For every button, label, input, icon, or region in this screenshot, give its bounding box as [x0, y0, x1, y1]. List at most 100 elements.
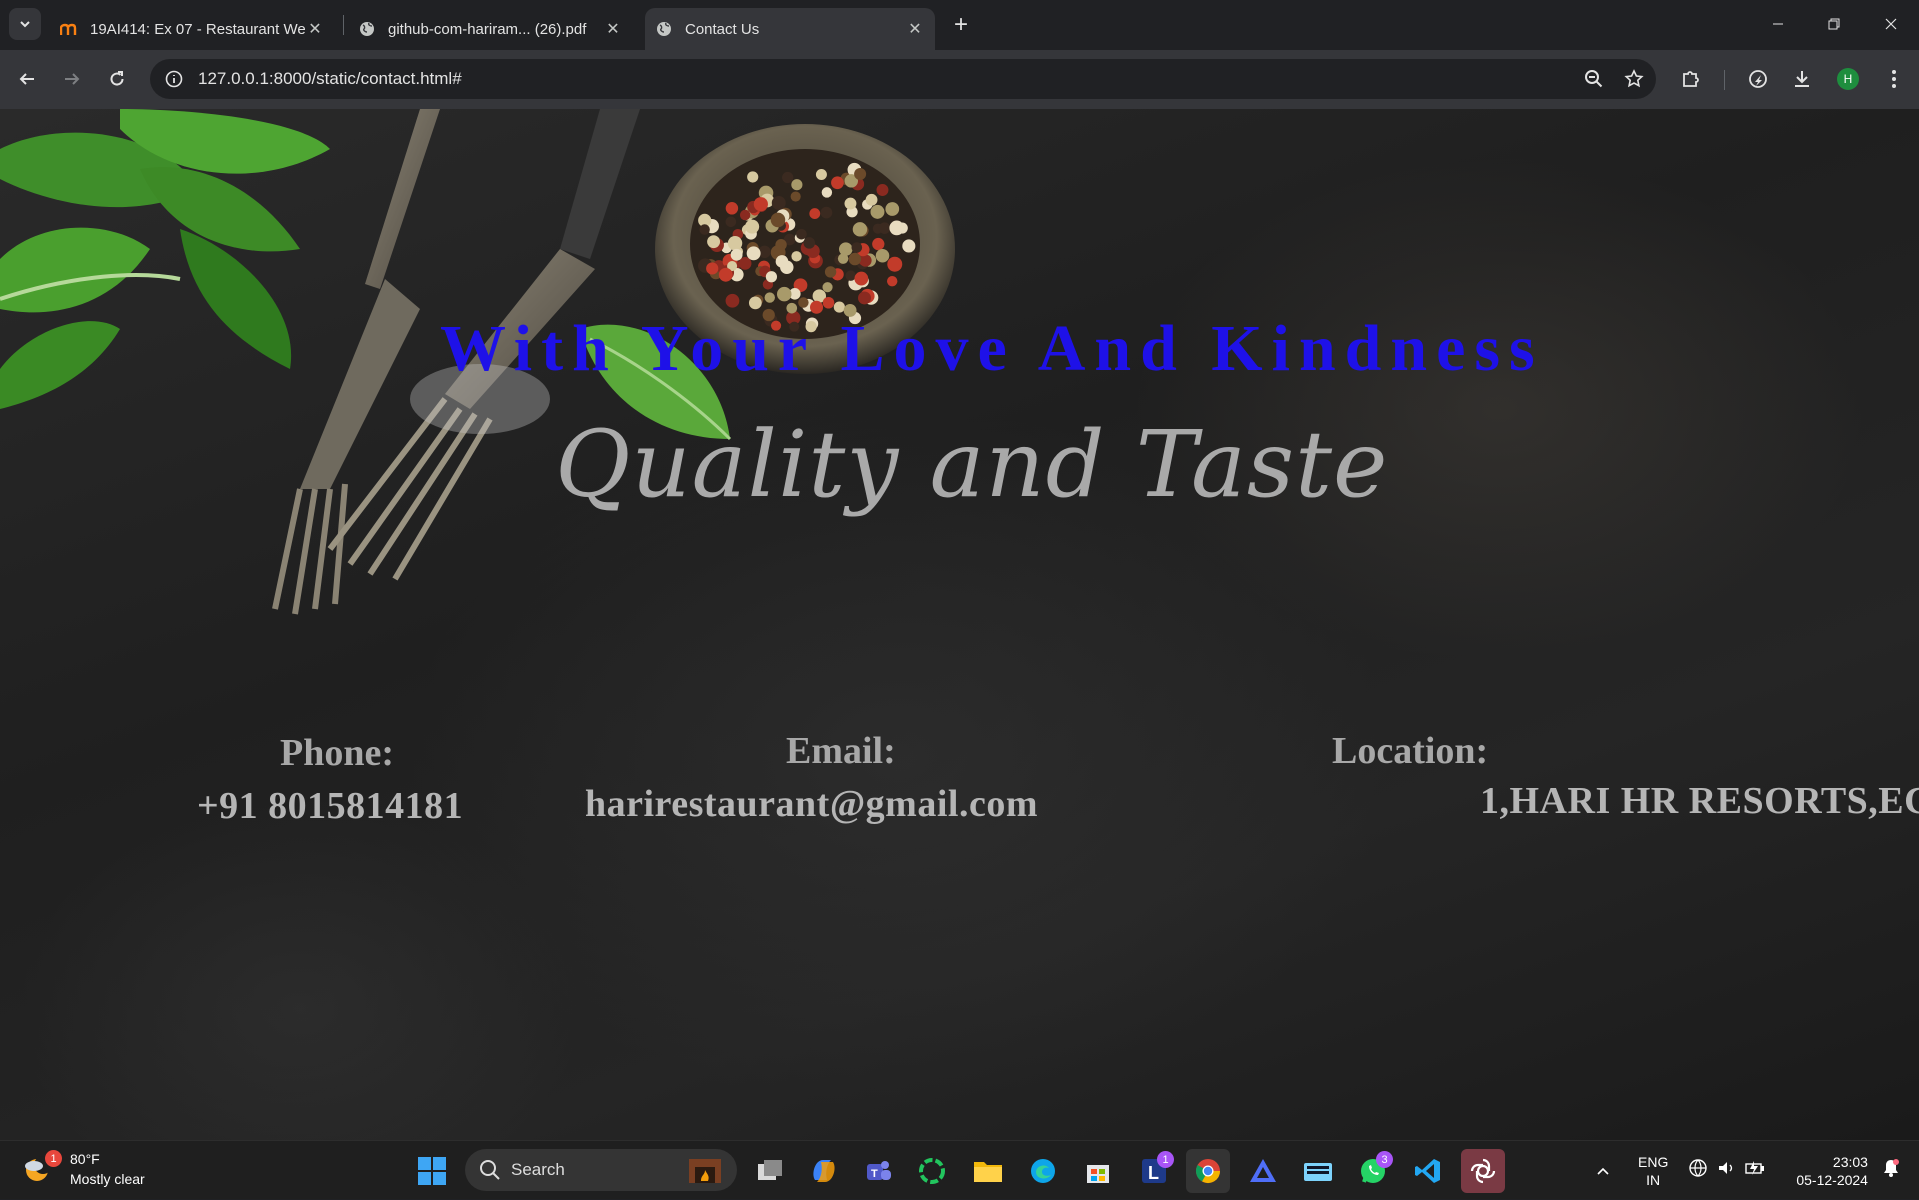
tab-contact-us[interactable]: Contact Us ✕ — [645, 8, 935, 50]
edge-icon — [1031, 1159, 1055, 1183]
peppercorn — [848, 252, 862, 266]
minimize-icon — [1773, 23, 1783, 25]
copilot-button[interactable] — [802, 1149, 846, 1193]
minimize-button[interactable] — [1758, 10, 1798, 38]
download-icon — [1795, 71, 1809, 87]
close-icon[interactable]: ✕ — [603, 19, 623, 39]
bookmark-star-icon[interactable] — [1616, 61, 1652, 97]
address-bar[interactable]: 127.0.0.1:8000/static/contact.html# — [150, 59, 1656, 99]
peppercorn — [815, 168, 827, 181]
new-tab-button[interactable]: + — [946, 10, 976, 40]
teams-button[interactable]: T — [856, 1149, 900, 1193]
peppercorn — [822, 282, 833, 293]
peppercorn — [730, 248, 743, 261]
restore-button[interactable] — [1814, 10, 1854, 38]
vscode-button[interactable] — [1406, 1149, 1450, 1193]
email-label: Email: — [786, 730, 896, 772]
globe-network-icon[interactable] — [1688, 1158, 1708, 1183]
url-text[interactable]: 127.0.0.1:8000/static/contact.html# — [198, 69, 1576, 89]
clock[interactable]: 23:03 05-12-2024 — [1796, 1153, 1868, 1189]
chatgpt-button[interactable] — [1461, 1149, 1505, 1193]
downloads-button[interactable] — [1786, 63, 1818, 95]
language-indicator[interactable]: ENG IN — [1638, 1153, 1668, 1189]
tab-moodle[interactable]: 19AI414: Ex 07 - Restaurant We ✕ — [50, 8, 335, 50]
peppercorn — [820, 206, 833, 219]
app-l-button[interactable]: L 1 — [1132, 1149, 1176, 1193]
performance-button[interactable] — [1742, 63, 1774, 95]
task-view-icon — [758, 1160, 782, 1180]
peppercorn — [858, 291, 871, 305]
close-window-button[interactable] — [1871, 10, 1911, 38]
peppercorn — [875, 248, 890, 263]
close-icon[interactable]: ✕ — [905, 19, 925, 39]
peppercorn — [727, 236, 743, 251]
back-button[interactable] — [11, 63, 43, 95]
peppercorn — [887, 256, 903, 272]
triangle-app-icon — [1250, 1159, 1276, 1182]
profile-button[interactable]: H — [1832, 63, 1864, 95]
menu-button[interactable] — [1878, 63, 1910, 95]
store-button[interactable] — [1076, 1149, 1120, 1193]
file-explorer-button[interactable] — [966, 1149, 1010, 1193]
browser-toolbar: 127.0.0.1:8000/static/contact.html# H — [0, 50, 1919, 109]
peppercorn — [782, 171, 794, 184]
close-icon[interactable]: ✕ — [305, 19, 325, 39]
peppercorn — [896, 222, 908, 234]
tab-strip: 19AI414: Ex 07 - Restaurant We ✕ github-… — [0, 0, 1919, 50]
peppercorn — [798, 297, 809, 308]
tab-separator — [343, 15, 344, 35]
clock-date: 05-12-2024 — [1796, 1171, 1868, 1188]
peppercorn — [902, 239, 916, 253]
tab-pdf[interactable]: github-com-hariram... (26).pdf ✕ — [348, 8, 633, 50]
peppercorn — [822, 296, 835, 309]
toolbar-divider — [1724, 70, 1725, 90]
taskbar-search[interactable]: Search — [465, 1149, 737, 1191]
fireplace-icon — [689, 1159, 721, 1183]
peppercorn — [764, 292, 775, 303]
volume-icon[interactable] — [1716, 1158, 1736, 1183]
arrow-right-icon — [65, 73, 80, 85]
notification-bell-icon[interactable] — [1882, 1158, 1900, 1183]
extensions-button[interactable] — [1675, 63, 1707, 95]
peppercorn — [776, 286, 792, 302]
peppercorn — [707, 235, 721, 249]
keyboard-app-button[interactable] — [1296, 1149, 1340, 1193]
peppercorn — [753, 197, 768, 212]
svg-text:L: L — [1148, 1163, 1159, 1183]
peppercorn — [765, 271, 778, 283]
chevron-up-icon[interactable] — [1590, 1166, 1616, 1176]
copilot-icon — [813, 1160, 835, 1182]
moodle-icon — [60, 20, 78, 38]
peppercorn — [824, 266, 837, 278]
windows-logo-icon — [418, 1157, 446, 1185]
reload-icon — [110, 71, 124, 86]
edge-button[interactable] — [1021, 1149, 1065, 1193]
phone-value: +91 8015814181 — [197, 785, 464, 827]
app-a-button[interactable] — [1241, 1149, 1285, 1193]
site-info-icon[interactable] — [156, 61, 192, 97]
puzzle-icon — [1683, 71, 1699, 87]
tab-title: Contact Us — [685, 20, 760, 38]
battery-charging-icon[interactable] — [1744, 1158, 1766, 1183]
peppercorn — [837, 253, 849, 264]
chevron-down-icon — [20, 21, 30, 28]
start-button[interactable] — [410, 1149, 454, 1193]
app-green-ring-button[interactable] — [910, 1149, 954, 1193]
peppercorn — [706, 262, 719, 275]
weather-widget[interactable]: 1 80°F Mostly clear — [22, 1149, 145, 1189]
svg-text:T: T — [871, 1168, 878, 1180]
tab-search-button[interactable] — [9, 8, 41, 40]
peppercorn — [746, 246, 761, 261]
zoom-icon[interactable] — [1576, 61, 1612, 97]
chrome-icon — [1195, 1159, 1220, 1184]
reload-button[interactable] — [101, 63, 133, 95]
peppercorn — [803, 237, 816, 249]
chrome-button[interactable] — [1186, 1149, 1230, 1193]
whatsapp-button[interactable]: 3 — [1351, 1149, 1395, 1193]
windows-taskbar: 1 80°F Mostly clear Search T L 1 3 ENG I… — [0, 1140, 1919, 1199]
forward-button[interactable] — [56, 63, 88, 95]
peppercorn — [771, 195, 786, 210]
task-view-button[interactable] — [748, 1149, 792, 1193]
tab-title: 19AI414: Ex 07 - Restaurant We — [90, 20, 305, 38]
keyboard-icon — [1304, 1163, 1332, 1181]
